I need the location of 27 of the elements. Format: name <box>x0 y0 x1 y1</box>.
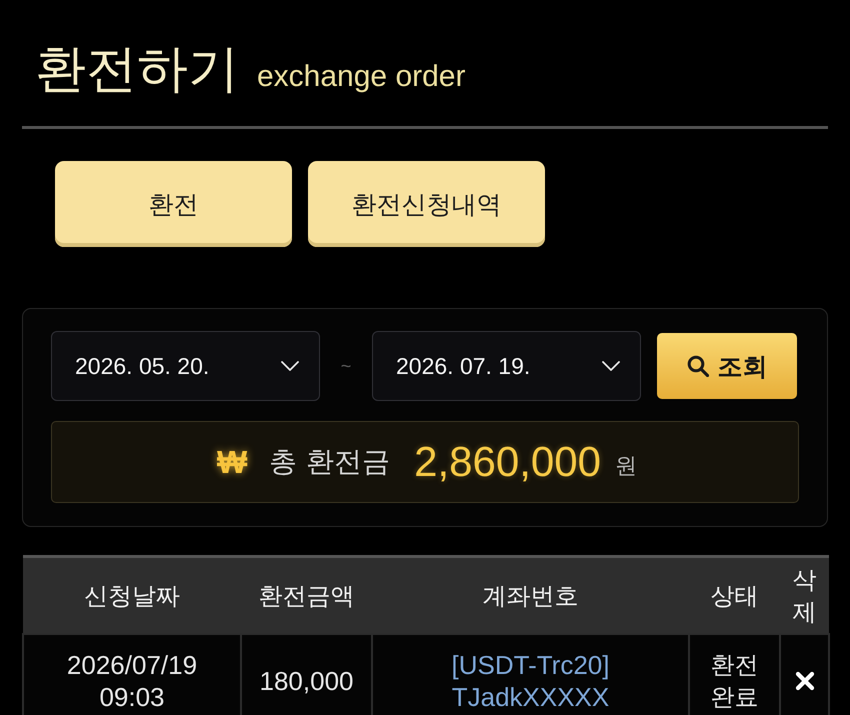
table-cell: 환전완료 <box>689 634 780 715</box>
column-header: 신청날짜 <box>23 556 241 634</box>
search-icon <box>686 355 708 377</box>
chevron-down-icon <box>602 361 620 371</box>
chevron-down-icon <box>281 361 299 371</box>
account-link[interactable]: [USDT-Trc20] TJadkXXXXX <box>452 649 610 713</box>
currency-unit: 원 <box>614 453 637 481</box>
table-cell: 2026/07/19 09:03 <box>23 634 241 715</box>
search-button[interactable]: 조회 <box>657 333 797 399</box>
total-label: 총 환전금 <box>269 444 390 480</box>
table-cell: 180,000 <box>241 634 372 715</box>
column-header: 환전금액 <box>241 556 372 634</box>
column-header: 계좌번호 <box>372 556 689 634</box>
delete-icon[interactable] <box>794 671 814 691</box>
column-header: 상태 <box>689 556 780 634</box>
nav-button[interactable]: 환전 <box>55 161 292 247</box>
total-amount: 2,860,000 <box>414 438 601 486</box>
won-sign: ₩ <box>217 444 248 480</box>
date-value: 2026. 07. 19. <box>396 352 530 380</box>
date-select[interactable]: 2026. 07. 19. <box>372 331 641 401</box>
date-value: 2026. 05. 20. <box>75 352 210 380</box>
page-subtitle: exchange order <box>257 60 466 94</box>
date-select[interactable]: 2026. 05. 20. <box>51 331 320 401</box>
nav-button[interactable]: 환전신청내역 <box>308 161 545 247</box>
column-header: 삭제 <box>780 556 829 634</box>
range-separator: ~ <box>340 356 352 376</box>
page-title: 환전하기 <box>35 39 239 99</box>
